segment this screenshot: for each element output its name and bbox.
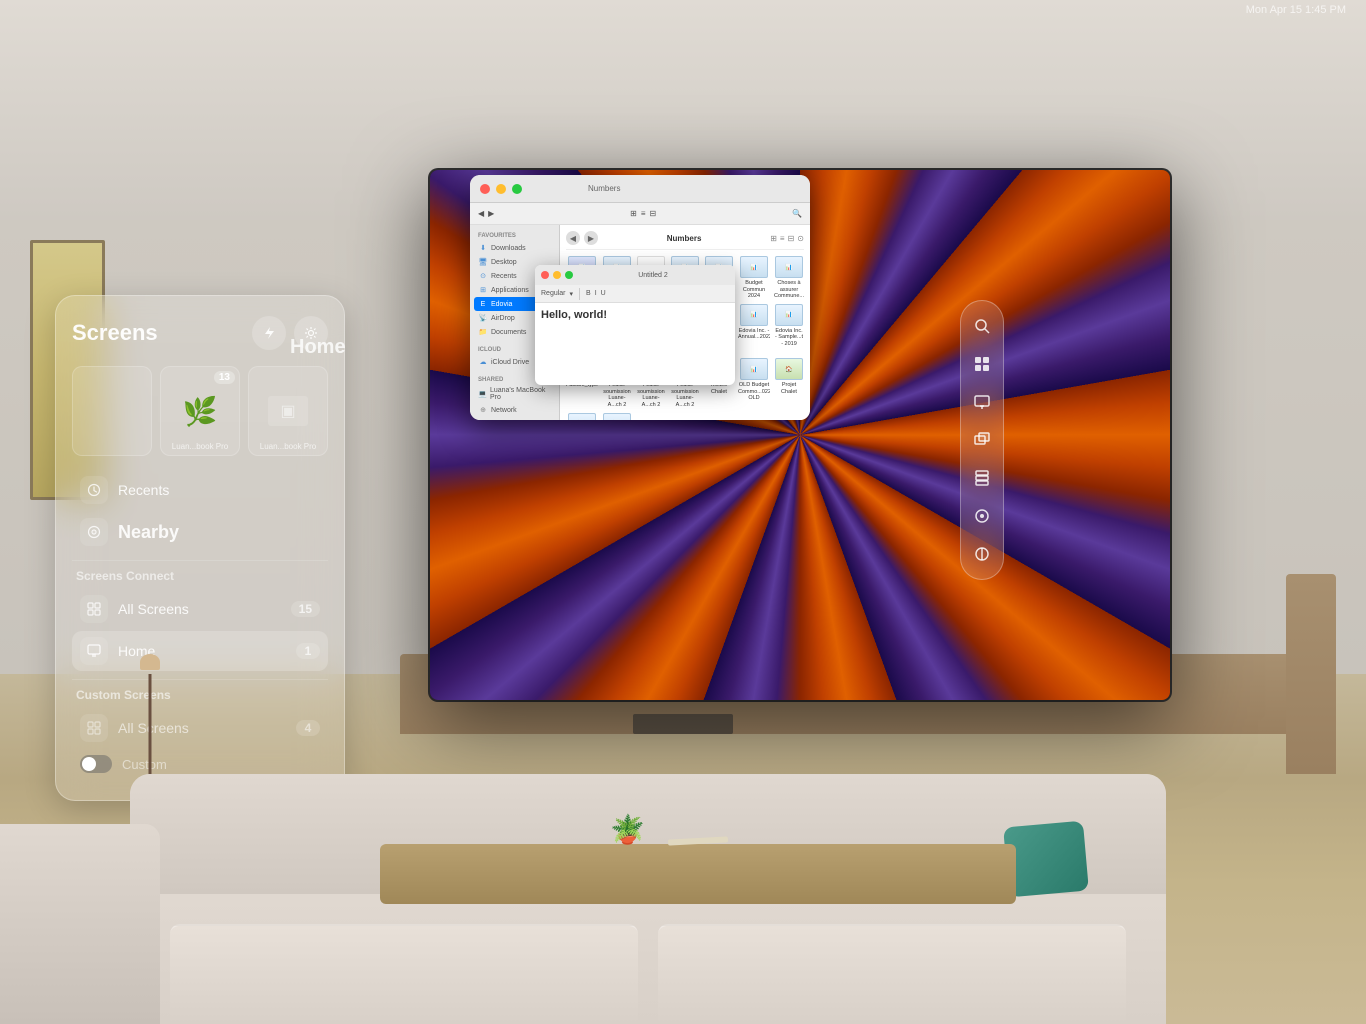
file-projet-chalet[interactable]: 🏠 Projet Chalet <box>774 358 804 408</box>
file-edovia-annual2022[interactable]: 📊 Edovia Inc. - Annual...2022 <box>738 304 770 354</box>
file-old-budget[interactable]: 📊 OLD Budget Commo...022 OLD <box>738 358 770 408</box>
file-pulse[interactable]: 📊 Pulse <box>566 413 598 420</box>
panel-recents[interactable]: Recents <box>72 470 328 510</box>
window-maximize-btn[interactable] <box>512 184 522 194</box>
window-minimize-btn[interactable] <box>496 184 506 194</box>
thumb-label-macbook: Luan...book Pro <box>161 442 239 451</box>
editor-title: Untitled 2 <box>577 272 729 279</box>
file-choses[interactable]: 📊 Choses à assurer Commune... <box>774 256 804 300</box>
home-icon <box>80 637 108 665</box>
toolbar-settings1-btn[interactable] <box>965 499 999 533</box>
custom-toggle[interactable] <box>80 755 112 773</box>
editor-text: Hello, world! <box>541 309 729 321</box>
floor-lamp <box>140 654 160 774</box>
finder-nav-toolbar: ◀ ▶ Numbers ⊞ ≡ ⊟ ⊙ <box>566 231 804 250</box>
custom-screens-label: Custom Screens <box>72 688 328 702</box>
bolt-icon-btn[interactable] <box>252 316 286 350</box>
editor-minimize[interactable] <box>553 271 561 279</box>
all-screens-icon <box>80 595 108 623</box>
file-rallonge[interactable]: 📊 Rallonge terrasse <box>602 413 632 420</box>
panel-divider-1 <box>72 560 328 561</box>
thumb-badge-13: 13 <box>214 371 235 384</box>
home-float-label: Home <box>290 336 346 359</box>
finder-toolbar: ◀▶ ⊞≡⊟ 🔍 <box>470 203 810 225</box>
finder-titlebar: Numbers <box>470 175 810 203</box>
plant-pot: 🪴 <box>610 813 645 846</box>
plant-emoji: 🪴 <box>610 814 645 845</box>
sidebar-network[interactable]: ⊕Network <box>474 403 555 417</box>
custom-all-badge: 4 <box>296 720 320 736</box>
virtual-screen[interactable]: Numbers ◀▶ ⊞≡⊟ 🔍 Favourites ⬇Downloads 🖥… <box>430 170 1170 700</box>
text-editor[interactable]: Untitled 2 Regular▾ BIU Hello, world! <box>535 265 735 385</box>
custom-all-icon <box>80 714 108 742</box>
editor-content-area[interactable]: Hello, world! <box>535 303 735 327</box>
screen-thumbnails-row: 🌿 13 Luan...book Pro ▣ Luan...book Pro <box>72 366 328 456</box>
thumb-doc-content <box>108 397 116 425</box>
toggle-knob <box>82 757 96 771</box>
home-badge: 1 <box>296 643 320 659</box>
chair-left <box>0 824 160 1024</box>
panel-divider-2 <box>72 679 328 680</box>
panel-custom-all-screens[interactable]: All Screens 4 <box>72 708 328 748</box>
sidebar-macbook[interactable]: 💻Luana's MacBook Pro <box>474 385 555 403</box>
thumb-screen3[interactable]: ▣ Luan...book Pro <box>248 366 328 456</box>
toolbar-settings2-btn[interactable] <box>965 537 999 571</box>
sidebar-downloads[interactable]: ⬇Downloads <box>474 241 555 255</box>
editor-close[interactable] <box>541 271 549 279</box>
lamp-shade <box>140 654 160 670</box>
thumb-document[interactable] <box>72 366 152 456</box>
window-close-btn[interactable] <box>480 184 490 194</box>
bookshelf <box>1286 574 1336 774</box>
file-budget2024[interactable]: 📊 Budget Commun 2024 <box>738 256 770 300</box>
screens-connect-label: Screens Connect <box>72 569 328 583</box>
lamp-pole <box>149 674 152 774</box>
status-bar-time: Mon Apr 15 1:45 PM <box>1246 4 1346 16</box>
toolbar-search-btn[interactable] <box>965 309 999 343</box>
recents-label: Recents <box>118 482 320 498</box>
screens-panel-title: Screens <box>72 320 158 346</box>
nearby-icon <box>80 518 108 546</box>
coffee-table <box>380 844 1016 904</box>
finder-view-controls: ⊞ ≡ ⊟ ⊙ <box>770 234 804 243</box>
toolbar-screen-btn[interactable] <box>965 385 999 419</box>
screens-panel: Screens 🌿 <box>55 295 345 801</box>
toolbar-grid-btn[interactable] <box>965 347 999 381</box>
finder-window-title: Numbers <box>602 234 766 243</box>
nearby-label: Nearby <box>118 522 320 543</box>
recents-icon <box>80 476 108 504</box>
back-btn[interactable]: ◀ <box>566 231 580 245</box>
thumb-label-screen3: Luan...book Pro <box>249 442 327 451</box>
thumb-plant[interactable]: 🌿 13 Luan...book Pro <box>160 366 240 456</box>
forward-btn[interactable]: ▶ <box>584 231 598 245</box>
finder-title: Numbers <box>588 184 620 193</box>
right-toolbar <box>960 300 1004 580</box>
plant-emoji: 🌿 <box>183 395 218 428</box>
panel-home[interactable]: Home 1 <box>72 631 328 671</box>
sofa-cushion-left <box>170 924 638 1024</box>
toolbar-overlap-btn[interactable] <box>965 423 999 457</box>
panel-nearby[interactable]: Nearby <box>72 512 328 552</box>
all-screens-badge: 15 <box>291 601 320 617</box>
editor-toolbar: Regular▾ BIU <box>535 285 735 303</box>
screen-wallpaper: Numbers ◀▶ ⊞≡⊟ 🔍 Favourites ⬇Downloads 🖥… <box>430 170 1170 700</box>
sofa-cushion-right <box>658 924 1126 1024</box>
all-screens-label: All Screens <box>118 601 281 617</box>
file-edovia-sample[interactable]: 📊 Edovia Inc. - Sample...t - 2019 <box>774 304 804 354</box>
text-editor-titlebar: Untitled 2 <box>535 265 735 285</box>
screen-stand <box>633 714 733 734</box>
toolbar-stack-btn[interactable] <box>965 461 999 495</box>
editor-maximize[interactable] <box>565 271 573 279</box>
panel-all-screens[interactable]: All Screens 15 <box>72 589 328 629</box>
